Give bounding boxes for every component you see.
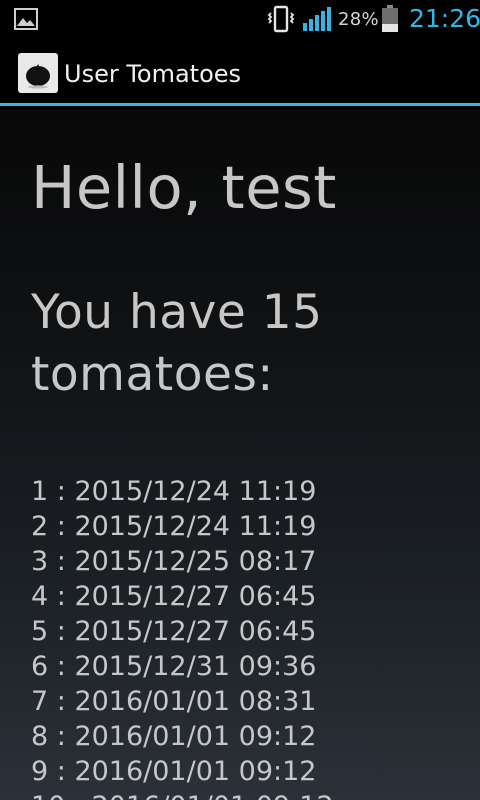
battery-icon [382,5,398,32]
list-item: 5 : 2015/12/27 06:45 [31,616,317,647]
tomato-icon [26,64,50,89]
app-icon[interactable] [18,53,58,93]
list-item: 6 : 2015/12/31 09:36 [31,651,317,682]
tomato-count-line-2: tomatoes: [31,347,274,402]
clock: 21:26 [409,4,480,33]
list-item: 9 : 2016/01/01 09:12 [31,756,317,787]
list-item: 7 : 2016/01/01 08:31 [31,686,317,717]
list-item: 2 : 2015/12/24 11:19 [31,511,317,542]
greeting-heading: Hello, test [31,153,337,222]
action-bar-divider [0,103,480,106]
battery-percent: 28% [338,9,379,30]
vibrate-icon [267,5,295,33]
main-content: Hello, test You have 15 tomatoes: 1 : 20… [0,109,480,800]
list-item: 10 : 2016/01/01 09:12 [31,789,334,800]
screen: 28% 21:26 User Tomatoes Hello, test You … [0,0,480,800]
image-icon [14,8,38,30]
list-item: 4 : 2015/12/27 06:45 [31,581,317,612]
tomato-count-line-1: You have 15 [31,285,323,340]
list-item: 1 : 2015/12/24 11:19 [31,476,317,507]
status-bar: 28% 21:26 [0,0,480,38]
tomato-list: 1 : 2015/12/24 11:19 2 : 2015/12/24 11:1… [31,474,334,800]
signal-icon [303,7,331,31]
list-item: 8 : 2016/01/01 09:12 [31,721,317,752]
list-item: 3 : 2015/12/25 08:17 [31,546,317,577]
action-bar: User Tomatoes [0,38,480,106]
app-title: User Tomatoes [64,60,242,88]
